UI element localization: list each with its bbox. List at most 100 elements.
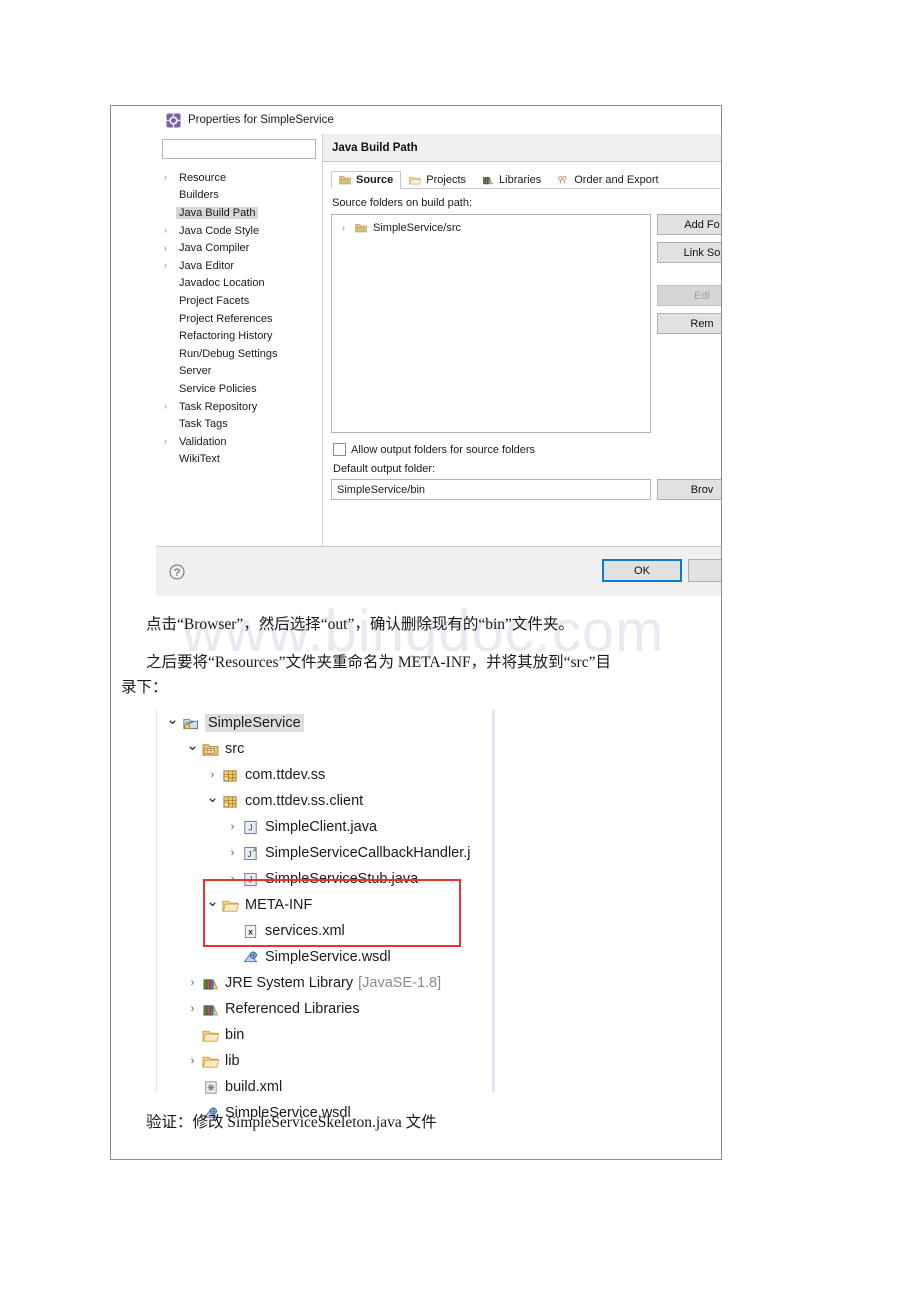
tab-projects[interactable]: Projects [401,170,474,188]
tree-node[interactable]: › Referenced Libraries [156,996,496,1022]
nav-item-validation[interactable]: › Validation [156,433,322,451]
ant-build-icon [205,1080,217,1094]
source-folder-entry[interactable]: › SimpleService/src [332,219,650,236]
source-folder-icon [355,223,367,232]
chevron-right-icon[interactable]: › [164,173,176,182]
tree-node-suffix: [JavaSE-1.8] [358,975,442,991]
nav-item-server[interactable]: Server [156,363,322,381]
source-folder-label: SimpleService/src [373,221,462,234]
dialog-footer: ? OK [156,546,721,596]
tab-libraries[interactable]: Libraries [474,170,549,188]
nav-item-task-tags[interactable]: Task Tags [156,415,322,433]
tree-node[interactable]: › J A SimpleServiceCallbackHandler.j [156,840,496,866]
tree-node[interactable]: x services.xml [156,918,496,944]
chevron-right-icon[interactable]: › [164,437,176,446]
chevron-down-icon[interactable]: ⌄ [164,712,181,727]
chevron-right-icon[interactable]: › [224,873,241,885]
nav-item-label: Project Facets [179,294,250,307]
chevron-right-icon[interactable]: › [224,847,241,859]
nav-item-project-references[interactable]: Project References [156,310,322,328]
chevron-right-icon[interactable]: › [204,769,221,781]
nav-item-label: Project References [179,312,273,325]
dialog-titlebar: Properties for SimpleService [156,106,721,134]
tree-node-label: com.ttdev.ss.client [245,793,364,809]
order-export-icon [558,175,567,184]
allow-output-folders-label: Allow output folders for source folders [351,443,536,456]
nav-item-wikitext[interactable]: WikiText [156,451,322,469]
eclipse-properties-icon [166,112,181,128]
tab-label: Order and Export [574,173,659,186]
chevron-down-icon[interactable]: ⌄ [204,894,221,909]
nav-item-java-editor[interactable]: › Java Editor [156,257,322,275]
default-output-folder-input[interactable]: SimpleService/bin [331,479,651,500]
tree-node-label: SimpleClient.java [265,819,378,835]
nav-item-label: Run/Debug Settings [179,347,278,360]
tree-node-list: ⌄ SimpleService ⌄ src › com.ttdev.ss ⌄ com.ttde… [156,710,496,1126]
nav-item-project-facets[interactable]: Project Facets [156,292,322,310]
chevron-right-icon[interactable]: › [164,243,176,253]
nav-item-label: Service Policies [179,382,257,395]
chevron-right-icon[interactable]: › [184,1003,201,1015]
nav-item-java-build-path[interactable]: Java Build Path [156,204,322,222]
chevron-right-icon[interactable]: › [164,261,176,270]
nav-item-label: Refactoring History [179,330,273,343]
tree-node[interactable]: bin [156,1022,496,1048]
nav-item-service-policies[interactable]: Service Policies [156,380,322,398]
tree-node[interactable]: › J SimpleClient.java [156,814,496,840]
chevron-right-icon[interactable]: › [184,1055,201,1067]
allow-output-folders-row[interactable]: Allow output folders for source folders [333,443,721,456]
tree-node[interactable]: › lib [156,1048,496,1074]
allow-output-folders-checkbox[interactable] [333,443,346,456]
tree-node[interactable]: › com.ttdev.ss [156,762,496,788]
tree-node[interactable]: SimpleService.wsdl [156,944,496,970]
tree-node[interactable]: ⌄ META-INF [156,892,496,918]
tree-node[interactable]: ⌄ SimpleService [156,710,496,736]
tree-node[interactable]: › JRE System Library [JavaSE-1.8] [156,970,496,996]
tree-node-label: SimpleService [205,714,304,732]
nav-item-label: Validation [179,435,227,448]
chevron-right-icon[interactable]: › [164,402,176,411]
nav-item-label: Java Build Path [176,206,259,219]
nav-item-run-debug-settings[interactable]: Run/Debug Settings [156,345,322,363]
java-file-abstract-icon: JA [244,846,257,860]
chevron-right-icon[interactable]: › [342,223,354,233]
chevron-right-icon[interactable]: › [224,821,241,833]
chevron-right-icon[interactable]: › [164,226,176,235]
project-explorer-tree: ⌄ SimpleService ⌄ src › com.ttdev.ss ⌄ com.ttde… [156,710,496,1121]
browse-button[interactable]: Brov [657,479,721,500]
chevron-down-icon[interactable]: ⌄ [184,738,201,753]
source-add-fo-button[interactable]: Add Fo [657,214,721,235]
tree-node-label: src [225,741,245,757]
dialog-footer-buttons: OK [602,559,721,582]
help-question-icon[interactable]: ? [169,564,185,580]
tree-node[interactable]: ⌄ com.ttdev.ss.client [156,788,496,814]
nav-item-javadoc-location[interactable]: Javadoc Location [156,275,322,293]
nav-item-task-repository[interactable]: › Task Repository [156,398,322,416]
tree-node[interactable]: › J SimpleServiceStub.java [156,866,496,892]
source-folder-icon [202,743,219,756]
chevron-right-icon[interactable]: › [184,977,201,989]
source-buttons-column: Add Fo Link So Edi Rem [651,214,721,341]
nav-item-refactoring-history[interactable]: Refactoring History [156,327,322,345]
nav-filter-input[interactable] [162,139,316,159]
nav-item-java-compiler[interactable]: › Java Compiler [156,239,322,257]
cancel-button[interactable] [688,559,721,582]
source-link-so-button[interactable]: Link So [657,242,721,263]
chevron-down-icon[interactable]: ⌄ [204,790,221,805]
tree-node[interactable]: ⌄ src [156,736,496,762]
nav-list: › Resource Builders Java Build Path › Java Co… [156,169,322,468]
nav-item-resource[interactable]: › Resource [156,169,322,187]
source-rem-button[interactable]: Rem [657,313,721,334]
tab-order-and-export[interactable]: Order and Export [549,170,666,188]
settings-nav-pane: › Resource Builders Java Build Path › Java Co… [156,134,323,546]
ok-button[interactable]: OK [602,559,682,582]
source-folders-list[interactable]: › SimpleService/src [331,214,651,433]
tab-source[interactable]: Source [331,171,402,189]
tree-node[interactable]: build.xml [156,1074,496,1100]
tab-label: Source [356,174,394,186]
svg-text:A: A [253,848,257,854]
nav-item-java-code-style[interactable]: › Java Code Style [156,222,322,240]
nav-item-builders[interactable]: Builders [156,187,322,205]
svg-text:?: ? [174,567,180,579]
nav-item-label: Resource [179,171,227,184]
